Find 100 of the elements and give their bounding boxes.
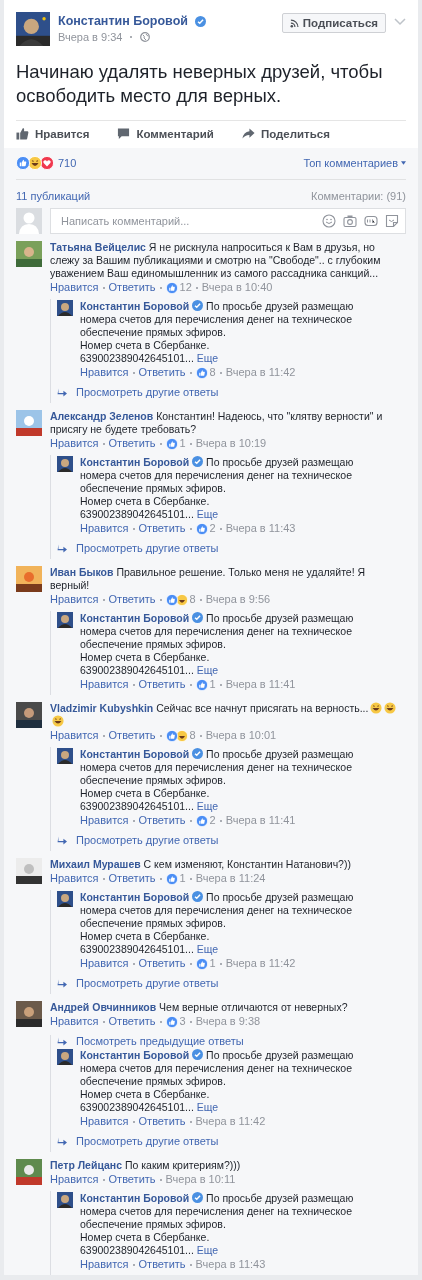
comment-time: Вчера в 11:43: [225, 522, 296, 535]
share-button[interactable]: Поделиться: [241, 127, 330, 140]
like-link[interactable]: Нравится: [50, 437, 99, 450]
author-link[interactable]: Александр Зеленов: [50, 410, 154, 422]
view-replies-link[interactable]: Просмотреть другие ответы: [76, 386, 219, 398]
reply-link[interactable]: Ответить: [138, 814, 186, 827]
like-link[interactable]: Нравится: [80, 522, 129, 535]
reply-link[interactable]: Ответить: [138, 1258, 186, 1271]
comment-time: Вчера в 10:01: [205, 729, 277, 742]
like-count: 1: [179, 872, 186, 885]
author-link[interactable]: Михаил Мурашев: [50, 858, 141, 870]
like-link[interactable]: Нравится: [50, 729, 99, 742]
reply-link[interactable]: Ответить: [138, 957, 186, 970]
like-reaction-icon: [165, 281, 178, 294]
view-replies-link[interactable]: Просмотреть другие ответы: [76, 834, 219, 846]
comment-box[interactable]: Написать комментарий...: [50, 208, 406, 234]
gif-icon[interactable]: [364, 214, 378, 228]
author-link[interactable]: Константин Боровой: [80, 300, 190, 312]
like-link[interactable]: Нравится: [50, 1015, 99, 1028]
like-count: 1: [179, 437, 186, 450]
author-link[interactable]: Константин Боровой: [80, 1049, 190, 1061]
author-link[interactable]: Константин Боровой: [80, 1192, 190, 1204]
author-link[interactable]: Константин Боровой: [80, 456, 190, 468]
like-reaction-icon: [16, 156, 30, 170]
more-link[interactable]: Еще: [196, 664, 219, 676]
reply-text: Константин Боровой По просьбе друзей размещаю номера счетов для перечисления денег на техническое обеспечение прямых эфиров.: [80, 891, 355, 930]
author-link[interactable]: Константин Боровой: [80, 612, 190, 624]
more-link[interactable]: Еще: [196, 800, 219, 812]
account-number: 639002389042645101...: [80, 352, 194, 364]
author-link[interactable]: Vladzimir Kubyshkin: [50, 702, 154, 714]
more-link[interactable]: Еще: [196, 943, 219, 955]
author-link[interactable]: Татьяна Вейцелис: [50, 241, 146, 253]
laughing-emoji-icon: [52, 715, 64, 727]
like-link[interactable]: Нравится: [80, 814, 129, 827]
like-link[interactable]: Нравится: [80, 366, 129, 379]
like-count: 2: [209, 814, 216, 827]
view-replies-link[interactable]: Просмотреть другие ответы: [76, 542, 219, 554]
follow-button[interactable]: Подписаться: [281, 13, 386, 33]
reply-text: Константин Боровой По просьбе друзей размещаю номера счетов для перечисления денег на техническое обеспечение прямых эфиров.: [80, 300, 355, 339]
comment-time: Вчера в 11:41: [225, 678, 296, 691]
like-reaction-icon: [165, 593, 178, 606]
reply-link[interactable]: Ответить: [138, 678, 186, 691]
reply-link[interactable]: Ответить: [108, 437, 156, 450]
like-link[interactable]: Нравится: [80, 678, 129, 691]
author-link[interactable]: Константин Боровой: [80, 748, 190, 760]
view-replies-link[interactable]: Посмотреть предыдущие ответы: [76, 1035, 244, 1047]
more-link[interactable]: Еще: [196, 508, 219, 520]
reply-text-line: Номер счета в Сбербанке.: [80, 495, 211, 508]
like-link[interactable]: Нравится: [50, 593, 99, 606]
more-link[interactable]: Еще: [196, 352, 219, 364]
reply-link[interactable]: Ответить: [138, 1115, 186, 1128]
sort-dropdown[interactable]: Топ комментариев: [303, 157, 406, 169]
reply-link[interactable]: Ответить: [138, 522, 186, 535]
like-reaction-icon: [195, 366, 208, 379]
reply-text: Константин Боровой По просьбе друзей размещаю номера счетов для перечисления денег на техническое обеспечение прямых эфиров.: [80, 748, 355, 787]
author-link[interactable]: Петр Лейцанс: [50, 1159, 122, 1171]
reply-link[interactable]: Ответить: [108, 593, 156, 606]
speech-bubble-icon: [117, 127, 131, 140]
reply-link[interactable]: Ответить: [108, 1173, 156, 1186]
view-replies-link[interactable]: Просмотреть другие ответы: [76, 1135, 219, 1147]
author-link[interactable]: Константин Боровой: [80, 891, 190, 903]
reply-link[interactable]: Ответить: [108, 872, 156, 885]
like-link[interactable]: Нравится: [80, 1115, 129, 1128]
sticker-icon[interactable]: [385, 214, 399, 228]
reply-text: Константин Боровой По просьбе друзей размещаю номера счетов для перечисления денег на техническое обеспечение прямых эфиров.: [80, 456, 355, 495]
account-number: 639002389042645101...: [80, 664, 194, 676]
comment-button[interactable]: Комментарий: [117, 127, 214, 140]
comment-time: Вчера в 11:42: [195, 1115, 266, 1128]
more-link[interactable]: Еще: [196, 1244, 219, 1256]
reply-link[interactable]: Ответить: [108, 729, 156, 742]
reply-link[interactable]: Ответить: [108, 281, 156, 294]
chevron-icon[interactable]: [394, 18, 406, 26]
shares-link[interactable]: 11 публикаций: [16, 190, 91, 202]
caret-icon: [401, 161, 406, 165]
default-avatar-icon: [16, 208, 42, 234]
reply-link[interactable]: Ответить: [108, 1015, 156, 1028]
like-link[interactable]: Нравится: [80, 957, 129, 970]
camera-icon[interactable]: [343, 214, 357, 228]
view-replies-link[interactable]: Просмотреть другие ответы: [76, 977, 219, 989]
more-link[interactable]: Еще: [196, 1101, 219, 1113]
comment-text: Иван Быков Правильное решение. Только меня не удаляйте! Я верный!: [50, 566, 367, 592]
comment-input[interactable]: Написать комментарий...: [59, 214, 315, 228]
like-link[interactable]: Нравится: [50, 1173, 99, 1186]
like-reaction-icon: [165, 729, 178, 742]
laughing-emoji-icon: [370, 702, 383, 714]
like-button[interactable]: Нравится: [16, 127, 90, 140]
share-arrow-icon: [241, 127, 255, 140]
like-reaction-icon: [165, 1015, 178, 1028]
comment-time: Вчера в 10:40: [201, 281, 273, 294]
reply-text-line: Номер счета в Сбербанке.: [80, 1088, 211, 1101]
account-number: 639002389042645101...: [80, 943, 194, 955]
like-link[interactable]: Нравится: [50, 872, 99, 885]
author-link[interactable]: Андрей Овчинников: [50, 1001, 157, 1013]
like-link[interactable]: Нравится: [80, 1258, 129, 1271]
like-link[interactable]: Нравится: [50, 281, 99, 294]
smiley-icon[interactable]: [322, 214, 336, 228]
author-link[interactable]: Иван Быков: [50, 566, 114, 578]
reply-link[interactable]: Ответить: [138, 366, 186, 379]
author-link[interactable]: Константин Боровой: [58, 14, 188, 28]
like-reaction-icon: [195, 522, 208, 535]
